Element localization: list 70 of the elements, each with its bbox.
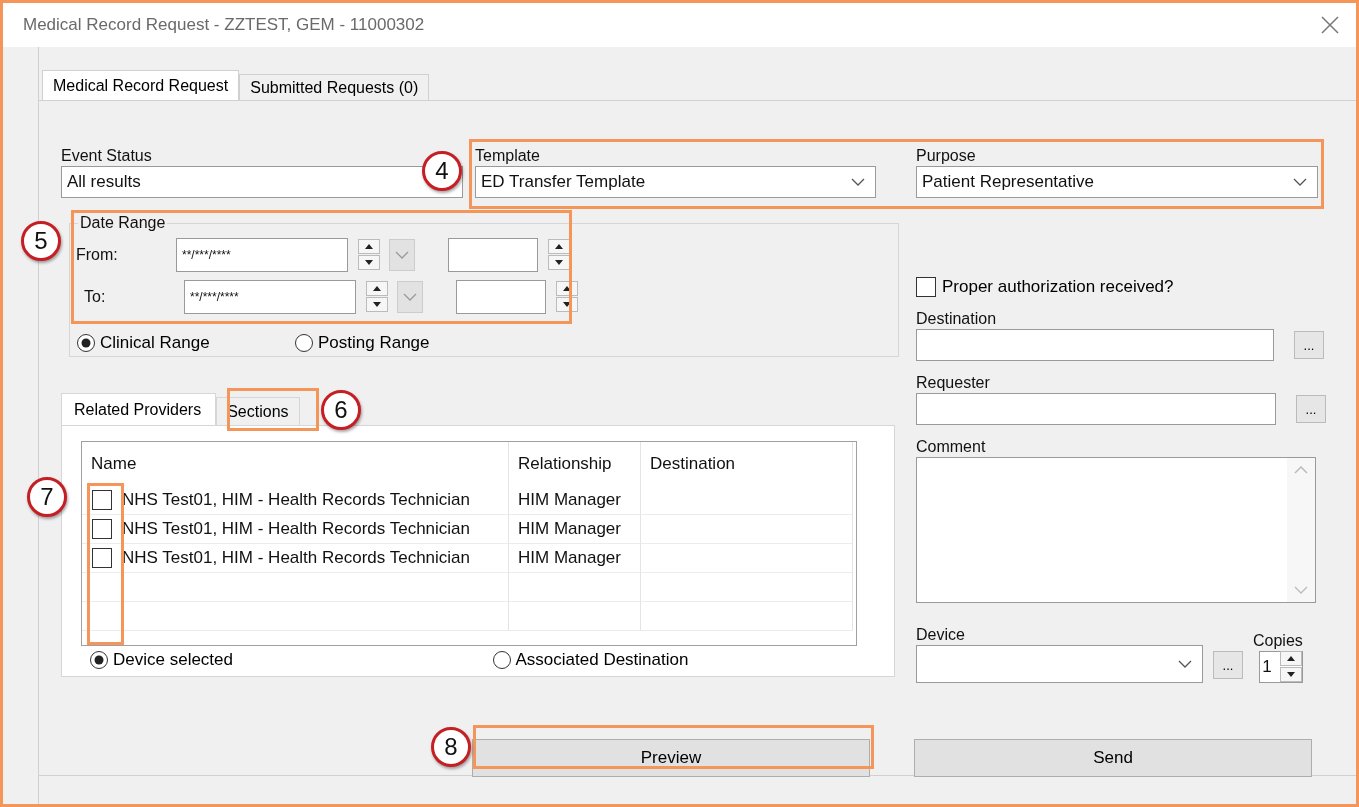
radio-icon: [491, 650, 512, 670]
callout-badge: 7: [27, 477, 67, 517]
radio-button[interactable]: Device selected: [89, 650, 233, 670]
radio-button[interactable]: Associated Destination: [491, 650, 689, 670]
destination-field[interactable]: [916, 329, 1274, 361]
spinner-icon[interactable]: [556, 281, 578, 313]
requester-field[interactable]: [916, 393, 1276, 425]
callout-badge: 5: [21, 221, 61, 261]
chevron-down-icon: [1293, 178, 1307, 186]
spinner-icon[interactable]: [1279, 651, 1302, 683]
field-label: Destination: [916, 309, 998, 329]
chevron-down-icon: [395, 251, 409, 259]
time-field[interactable]: [448, 238, 538, 272]
table-cell: HIM Manager: [518, 548, 621, 568]
chevron-down-icon: [403, 293, 417, 301]
callout-badge: 4: [422, 151, 462, 191]
date-field[interactable]: **/***/****: [184, 280, 356, 314]
scrollbar[interactable]: [1287, 458, 1315, 602]
callout-badge: 8: [431, 727, 471, 767]
device-dropdown[interactable]: [916, 645, 1203, 683]
table-cell: HIM Manager: [518, 519, 621, 539]
spinner-icon[interactable]: [358, 239, 380, 271]
checkbox[interactable]: [92, 490, 112, 510]
authorization-checkbox[interactable]: Proper authorization received?: [916, 277, 1174, 297]
chevron-down-icon: [1294, 586, 1308, 594]
tab[interactable]: Medical Record Request: [42, 70, 240, 100]
field-label: To:: [83, 288, 107, 306]
template-dropdown[interactable]: ED Transfer Template: [475, 166, 876, 198]
spinner-icon[interactable]: [548, 239, 570, 271]
checkbox[interactable]: [92, 548, 112, 568]
tab[interactable]: Related Providers: [61, 393, 217, 425]
column-header[interactable]: Name: [82, 442, 509, 486]
spinner-icon[interactable]: [366, 281, 388, 313]
comment-field[interactable]: [916, 457, 1316, 603]
chevron-up-icon: [1294, 466, 1308, 474]
radio-icon: [89, 650, 109, 670]
checkbox[interactable]: [92, 519, 112, 539]
field-label: Event Status: [61, 146, 153, 166]
purpose-dropdown[interactable]: Patient Representative: [916, 166, 1318, 198]
field-label: From:: [76, 246, 119, 264]
chevron-down-icon: [1178, 660, 1192, 668]
table-cell: HIM Manager: [518, 490, 621, 510]
close-icon[interactable]: [1320, 15, 1340, 35]
action-button[interactable]: Send: [914, 739, 1312, 777]
field-label: Comment: [916, 437, 987, 457]
window-title: Medical Record Request - ZZTEST, GEM - 11000302: [23, 15, 425, 35]
field-label: Template: [475, 146, 541, 166]
column-header[interactable]: Relationship: [509, 442, 641, 486]
field-label: Purpose: [916, 146, 977, 166]
date-field[interactable]: **/***/****: [176, 238, 348, 272]
chevron-down-icon: [851, 178, 865, 186]
browse-button[interactable]: ...: [1294, 331, 1324, 359]
checkbox[interactable]: [916, 277, 936, 297]
radio-icon: [294, 333, 314, 353]
field-label: Requester: [916, 373, 991, 393]
browse-button[interactable]: ...: [1296, 395, 1326, 423]
time-field[interactable]: [456, 280, 546, 314]
tab[interactable]: Submitted Requests (0): [239, 74, 430, 100]
radio-button[interactable]: Posting Range: [294, 333, 430, 353]
field-label: Device: [916, 625, 966, 645]
copies-field[interactable]: 1: [1259, 651, 1303, 683]
browse-button[interactable]: ...: [1213, 651, 1243, 679]
tab[interactable]: Sections: [216, 397, 300, 425]
group-title: Date Range: [78, 214, 168, 232]
callout-badge: 6: [321, 390, 361, 430]
radio-icon: [76, 333, 96, 353]
radio-button[interactable]: Clinical Range: [76, 333, 210, 353]
field-label: Copies: [1253, 631, 1303, 651]
column-header[interactable]: Destination: [641, 442, 853, 486]
action-button[interactable]: Preview: [472, 739, 870, 777]
